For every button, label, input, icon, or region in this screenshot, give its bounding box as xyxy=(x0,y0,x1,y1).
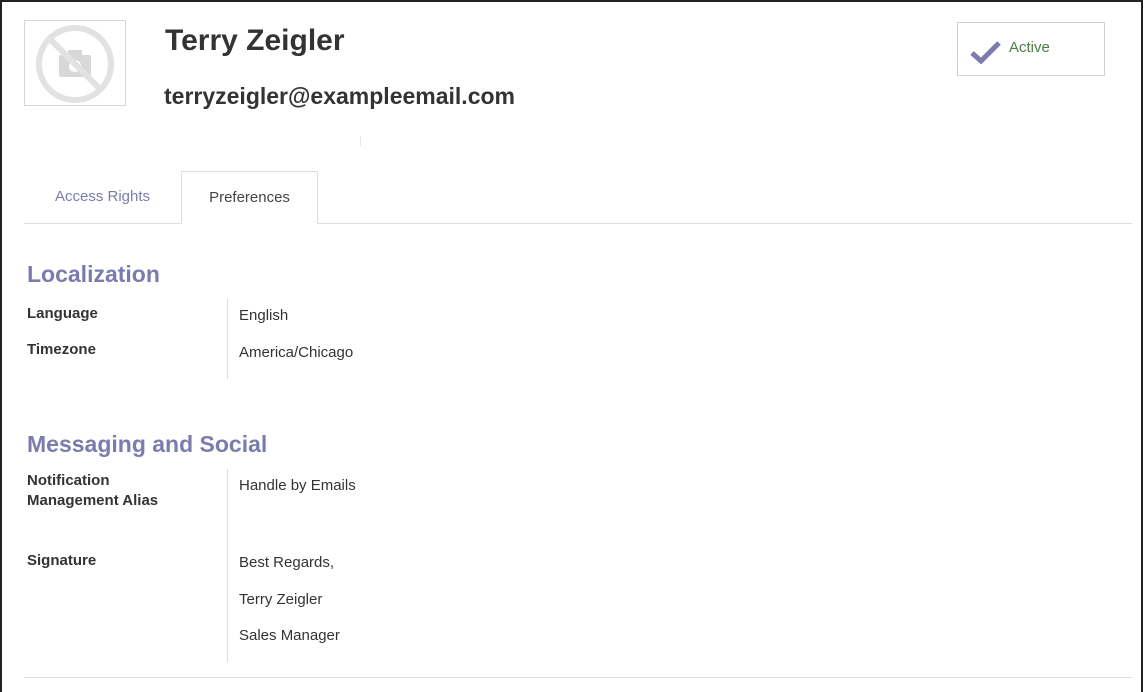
user-email: terryzeigler@exampleemail.com xyxy=(164,83,515,109)
avatar[interactable] xyxy=(24,20,126,106)
checkmark-icon xyxy=(970,41,1001,64)
localization-heading: Localization xyxy=(27,261,160,287)
timezone-label: Timezone xyxy=(27,341,96,358)
tab-bar: Access Rights Preferences xyxy=(24,171,1132,224)
column-divider xyxy=(227,299,228,379)
signature-line: Best Regards, xyxy=(239,554,335,571)
signature-label: Signature xyxy=(27,552,97,569)
language-value[interactable]: English xyxy=(239,307,288,324)
messaging-heading: Messaging and Social xyxy=(27,431,268,457)
user-form: Terry Zeigler terryzeigler@exampleemail.… xyxy=(0,0,1143,692)
column-divider xyxy=(227,469,228,662)
tab-access-rights[interactable]: Access Rights xyxy=(24,171,181,223)
signature-line: Sales Manager xyxy=(239,627,340,644)
signature-line: Terry Zeigler xyxy=(239,591,323,608)
status-label: Active xyxy=(1009,39,1050,56)
notification-label: Notification Management Alias xyxy=(27,472,159,509)
no-photo-camera-icon xyxy=(36,25,114,103)
active-toggle-button[interactable]: Active xyxy=(957,22,1105,76)
divider xyxy=(24,677,1132,678)
divider xyxy=(360,136,361,146)
language-label: Language xyxy=(27,305,98,322)
notification-value[interactable]: Handle by Emails xyxy=(239,477,356,494)
timezone-value[interactable]: America/Chicago xyxy=(239,344,353,361)
user-name: Terry Zeigler xyxy=(165,24,345,57)
tab-preferences[interactable]: Preferences xyxy=(181,171,318,224)
